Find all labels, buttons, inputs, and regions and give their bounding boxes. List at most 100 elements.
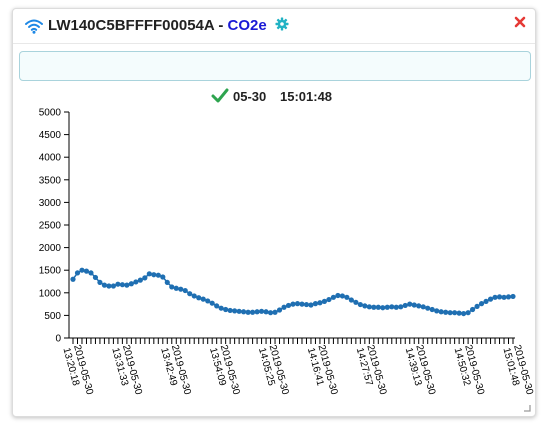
data-point <box>151 272 157 278</box>
data-point <box>371 304 377 310</box>
wifi-icon <box>25 19 43 34</box>
x-tick-label: 2019-05-3013:20:18 <box>60 344 95 397</box>
data-point <box>447 310 453 316</box>
data-point <box>487 296 494 302</box>
device-id: LW140C5BFFFF00054A <box>48 17 215 34</box>
data-point <box>245 309 251 315</box>
data-point <box>263 309 269 315</box>
title-separator: - <box>214 17 228 34</box>
resize-handle-icon[interactable] <box>523 404 531 412</box>
y-tick-label: 2500 <box>39 221 62 232</box>
data-point <box>299 301 305 307</box>
chart-axes: 0 500 1000 1500 2000 2500 3000 3500 4000 4500 5000… <box>39 108 535 397</box>
data-point <box>173 285 179 291</box>
message-input[interactable] <box>19 51 531 81</box>
y-tick-label: 1500 <box>39 266 62 277</box>
data-point <box>478 301 485 307</box>
data-point <box>429 306 435 313</box>
data-point <box>330 294 337 300</box>
data-point <box>281 304 287 310</box>
data-point <box>205 298 211 304</box>
data-point <box>241 309 247 315</box>
data-point <box>70 276 76 282</box>
data-point <box>128 281 134 287</box>
data-point <box>74 270 81 276</box>
data-point <box>461 310 467 317</box>
data-point <box>119 282 125 288</box>
y-tick-label: 3500 <box>39 175 62 186</box>
data-point <box>384 304 390 310</box>
data-point <box>416 303 422 309</box>
y-tick-label: 0 <box>55 334 61 345</box>
x-tick-label: 2019-05-3014:05:25 <box>256 344 291 397</box>
data-point <box>115 281 121 287</box>
data-point <box>469 306 476 313</box>
x-tick-label: 2019-05-3014:16:41 <box>305 344 340 397</box>
data-point <box>83 268 90 274</box>
data-point <box>79 267 85 273</box>
data-point <box>142 275 148 281</box>
data-point <box>276 307 283 313</box>
y-tick-label: 500 <box>44 311 61 322</box>
data-point <box>501 294 507 300</box>
series-line <box>72 269 514 315</box>
data-point <box>223 306 229 313</box>
data-point <box>366 304 372 310</box>
data-point <box>258 308 265 314</box>
data-point <box>308 302 314 308</box>
data-point <box>272 309 278 315</box>
data-point <box>496 294 503 300</box>
data-point <box>398 304 404 310</box>
data-point <box>362 303 368 309</box>
gear-icon[interactable] <box>275 17 289 31</box>
sensor-widget: LW140C5BFFFF00054A - CO2e 05-30 15:01:48… <box>12 8 536 417</box>
x-tick-label: 2019-05-3015:01:48 <box>500 344 535 397</box>
y-tick-label: 4500 <box>39 130 62 141</box>
data-point <box>209 300 215 306</box>
data-point <box>505 294 512 300</box>
widget-title: LW140C5BFFFF00054A - CO2e <box>48 17 289 34</box>
data-point <box>407 301 413 307</box>
data-point <box>200 296 206 302</box>
data-point <box>317 300 323 306</box>
data-point <box>438 309 444 315</box>
data-point <box>169 284 175 290</box>
data-point <box>510 293 516 300</box>
data-point <box>303 301 310 308</box>
metric-name[interactable]: CO2e <box>228 17 267 34</box>
x-tick-label: 2019-05-3014:50:32 <box>452 344 487 397</box>
data-point <box>124 282 130 288</box>
data-point <box>321 298 328 304</box>
data-point <box>380 305 386 311</box>
data-point <box>218 305 224 311</box>
co2e-line-chart: 05-30 15:01:48 0 500 1000 1500 2000 2500 3000 3… <box>39 88 535 397</box>
data-point <box>106 283 112 289</box>
data-point <box>348 297 354 303</box>
page: LW140C5BFFFF00054A - CO2e 05-30 15:01:48… <box>0 0 548 431</box>
data-point <box>236 308 242 314</box>
data-point <box>434 308 440 314</box>
x-tick-label: 2019-05-3013:31:33 <box>109 344 144 397</box>
data-point <box>474 303 480 309</box>
data-point <box>137 277 143 283</box>
data-point <box>178 286 184 292</box>
data-point <box>483 298 489 304</box>
data-point <box>92 274 99 281</box>
data-point <box>353 299 359 305</box>
data-point <box>110 283 117 289</box>
data-point <box>285 302 292 309</box>
close-icon[interactable] <box>513 15 527 29</box>
data-point <box>411 302 417 308</box>
data-point <box>443 309 449 315</box>
data-point <box>294 301 301 307</box>
data-point <box>214 303 220 309</box>
data-point <box>187 291 193 297</box>
y-tick-label: 1000 <box>39 288 62 299</box>
data-point <box>155 272 161 278</box>
status-time: 15:01:48 <box>280 89 332 104</box>
data-point <box>402 302 408 309</box>
y-tick-label: 2000 <box>39 243 62 254</box>
data-point <box>420 304 426 310</box>
last-update-status: 05-30 15:01:48 <box>211 88 332 104</box>
data-point <box>182 287 188 294</box>
